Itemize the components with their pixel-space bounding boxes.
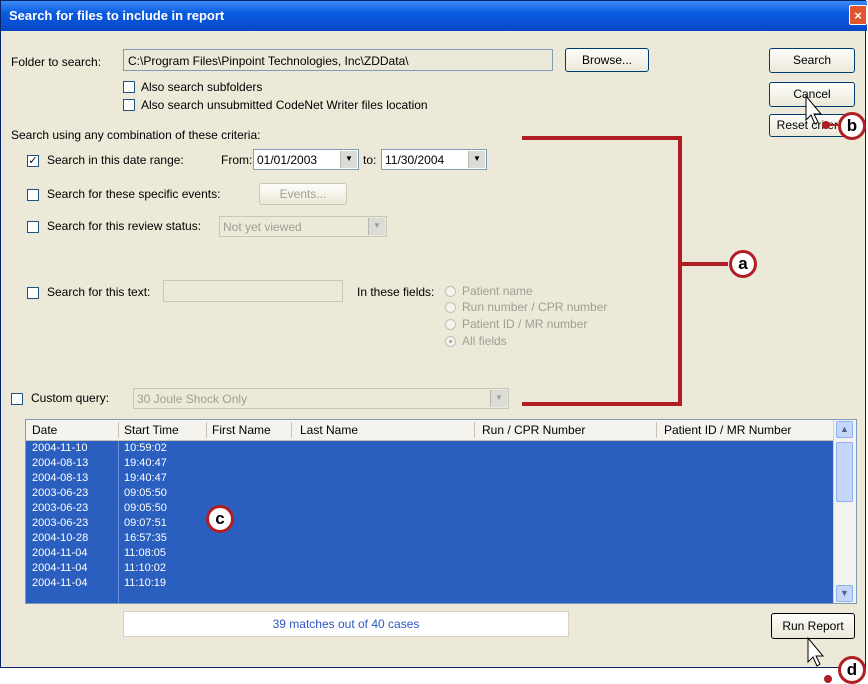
callout-c: c	[206, 505, 234, 533]
mouse-cursor-icon	[805, 94, 823, 125]
bracket-annotation	[522, 136, 682, 406]
mouse-cursor-icon	[807, 636, 825, 667]
callout-d: d	[838, 656, 866, 684]
callout-a: a	[729, 250, 757, 278]
annotation-overlay	[522, 94, 838, 683]
callout-b: b	[838, 112, 866, 140]
callout-dot	[824, 675, 832, 683]
